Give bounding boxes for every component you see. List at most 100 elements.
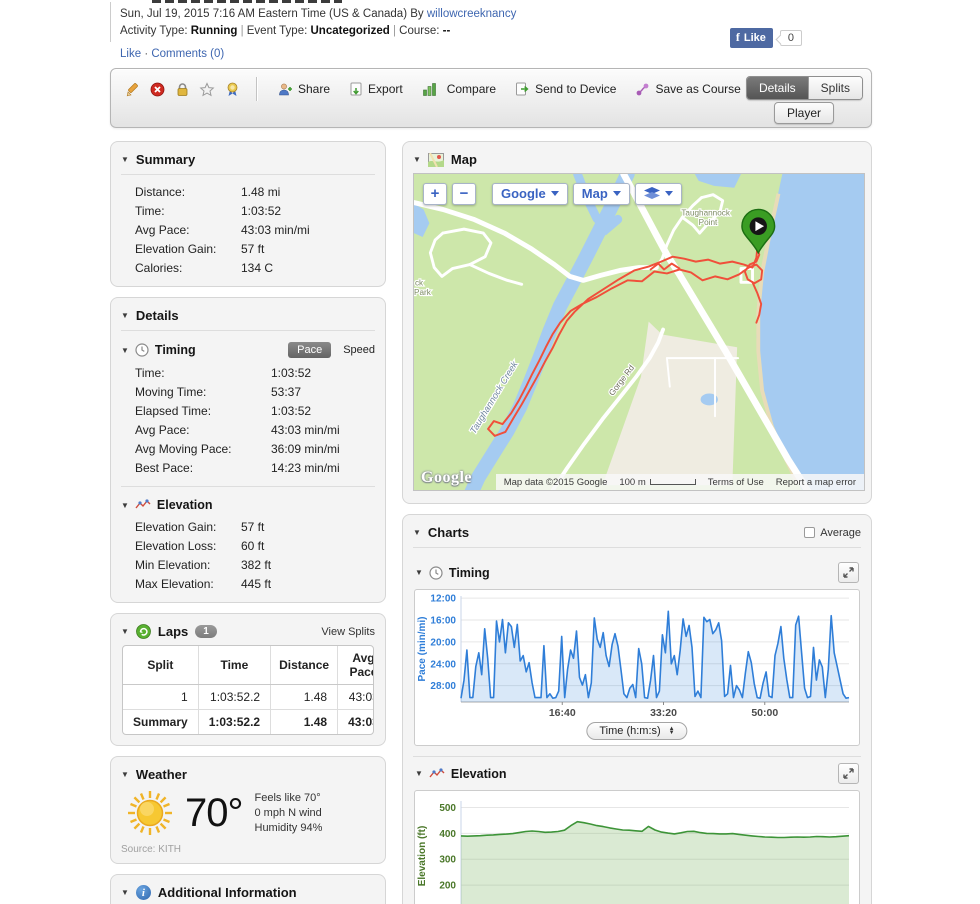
elevation-chart-title: Elevation	[451, 767, 507, 781]
svg-text:28:00: 28:00	[430, 681, 456, 692]
pace-toggle[interactable]: Pace	[288, 342, 331, 358]
collapse-triangle-icon[interactable]: ▼	[413, 155, 421, 164]
chevron-down-icon	[551, 191, 559, 196]
collapse-triangle-icon[interactable]: ▼	[121, 770, 129, 779]
zoom-in-button[interactable]: +	[423, 183, 447, 205]
timing-row: Best Pace:14:23 min/mi	[121, 459, 375, 478]
privacy-lock-icon[interactable]	[173, 80, 191, 98]
view-splits-link[interactable]: View Splits	[321, 626, 375, 638]
edit-icon[interactable]	[123, 80, 141, 98]
weather-details: Feels like 70° 0 mph N wind Humidity 94%	[255, 791, 323, 836]
average-checkbox[interactable]	[804, 527, 815, 538]
collapse-triangle-icon[interactable]: ▼	[121, 346, 129, 355]
weather-title: Weather	[136, 767, 187, 782]
timing-row: Time:1:03:52	[121, 364, 375, 383]
expand-chart-button[interactable]	[838, 763, 859, 784]
timing-row: Avg Pace:43:03 min/mi	[121, 421, 375, 440]
svg-text:300: 300	[439, 855, 456, 866]
delete-icon[interactable]	[148, 80, 166, 98]
favorite-star-icon[interactable]	[198, 80, 216, 98]
svg-text:400: 400	[439, 829, 456, 840]
save-as-course-button[interactable]: Save as Course	[635, 82, 740, 97]
activity-date-line: Sun, Jul 19, 2015 7:16 AM Eastern Time (…	[120, 6, 872, 23]
toolbar-separator	[256, 77, 257, 101]
like-link[interactable]: Like	[120, 48, 141, 60]
timing-chart-title: Timing	[449, 566, 490, 580]
export-icon	[349, 82, 363, 97]
summary-row: Elevation Gain:57 ft	[121, 240, 375, 259]
elevation-row: Max Elevation:445 ft	[121, 575, 375, 594]
tab-splits[interactable]: Splits	[808, 77, 862, 99]
laps-table: Split Time Distance Avg Pace 11:03:52.2 …	[123, 646, 374, 734]
collapse-triangle-icon[interactable]: ▼	[121, 501, 129, 510]
map-provider-dropdown[interactable]: Google	[492, 183, 568, 205]
send-to-device-button[interactable]: Send to Device	[515, 82, 616, 97]
export-button[interactable]: Export	[349, 82, 403, 97]
laps-col-time: Time	[198, 646, 270, 685]
svg-text:Pace (min/mi): Pace (min/mi)	[417, 616, 428, 681]
elevation-details-title: Elevation	[157, 498, 213, 512]
speed-toggle[interactable]: Speed	[343, 344, 375, 356]
author-link[interactable]: willowcreeknancy	[427, 8, 516, 20]
laps-icon	[136, 624, 151, 639]
comments-link[interactable]: Comments (0)	[151, 48, 224, 60]
collapse-triangle-icon[interactable]: ▼	[121, 311, 129, 320]
svg-text:33:20: 33:20	[650, 707, 677, 719]
collapse-triangle-icon[interactable]: ▼	[121, 888, 129, 897]
additional-info-panel: ▼ i Additional Information Device: G	[110, 874, 386, 904]
collapse-triangle-icon[interactable]: ▼	[121, 627, 129, 636]
compare-button[interactable]: Compare	[422, 82, 496, 97]
map-layers-dropdown[interactable]	[635, 183, 682, 205]
laps-title: Laps	[158, 624, 188, 639]
summary-title: Summary	[136, 152, 195, 167]
elevation-row: Min Elevation:382 ft	[121, 556, 375, 575]
svg-text:16:00: 16:00	[430, 616, 456, 627]
svg-text:20:00: 20:00	[430, 637, 456, 648]
player-button[interactable]: Player	[774, 102, 834, 124]
activity-header: Sun, Jul 19, 2015 7:16 AM Eastern Time (…	[110, 0, 872, 62]
details-splits-tabs: Details Splits	[746, 76, 863, 100]
laps-row: 11:03:52.2 1.4843:03	[123, 685, 374, 710]
map-type-dropdown[interactable]: Map	[573, 183, 630, 205]
chevron-down-icon	[665, 191, 673, 196]
timing-chart[interactable]: 12:0016:0020:0024:0028:0016:4033:2050:00…	[414, 589, 860, 746]
collapse-triangle-icon[interactable]: ▼	[413, 528, 421, 537]
report-error-link[interactable]: Report a map error	[776, 477, 856, 488]
zoom-out-button[interactable]: −	[452, 183, 476, 205]
svg-text:Park: Park	[414, 288, 432, 297]
tab-details[interactable]: Details	[747, 77, 808, 99]
summary-row: Calories:134 C	[121, 259, 375, 278]
collapse-triangle-icon[interactable]: ▼	[121, 155, 129, 164]
collapse-triangle-icon[interactable]: ▼	[415, 769, 423, 778]
elevation-chart[interactable]: 5004003002001000.250.50.7511.25Elevation…	[414, 790, 860, 904]
svg-text:12:00: 12:00	[430, 594, 456, 605]
timing-row: Elapsed Time:1:03:52	[121, 402, 375, 421]
svg-text:16:40: 16:40	[549, 707, 576, 719]
summary-row: Avg Pace:43:03 min/mi	[121, 221, 375, 240]
map-panel: ▼ Map	[402, 141, 872, 504]
svg-text:500: 500	[439, 803, 456, 814]
laps-summary-row: Summary1:03:52.2 1.4843:03	[123, 710, 374, 735]
details-title: Details	[136, 308, 179, 323]
terms-link[interactable]: Terms of Use	[708, 477, 764, 488]
svg-text:Point: Point	[699, 218, 718, 227]
collapse-triangle-icon[interactable]: ▼	[415, 568, 423, 577]
expand-icon	[842, 566, 855, 579]
map-attribution: Map data ©2015 Google 100 m Terms of Use…	[496, 474, 864, 490]
map-title: Map	[451, 152, 477, 167]
elevation-icon	[429, 768, 445, 780]
facebook-icon: f	[736, 30, 740, 45]
timing-xaxis-dropdown[interactable]: Time (h:m:s)▲▼	[586, 722, 687, 740]
elevation-row: Elevation Loss:60 ft	[121, 537, 375, 556]
map-canvas[interactable]: Taughannock Point ck Park Taughannock Cr…	[413, 173, 865, 491]
expand-icon	[842, 767, 855, 780]
weather-source: Source: KITH	[121, 844, 375, 855]
summary-row: Distance:1.48 mi	[121, 183, 375, 202]
clock-icon	[429, 566, 443, 580]
save-as-course-icon	[635, 82, 650, 97]
laps-col-avgpace: Avg Pace	[338, 646, 374, 685]
share-button[interactable]: Share	[278, 82, 330, 97]
expand-chart-button[interactable]	[838, 562, 859, 583]
award-icon[interactable]	[223, 80, 241, 98]
facebook-like-button[interactable]: fLike	[730, 28, 773, 48]
